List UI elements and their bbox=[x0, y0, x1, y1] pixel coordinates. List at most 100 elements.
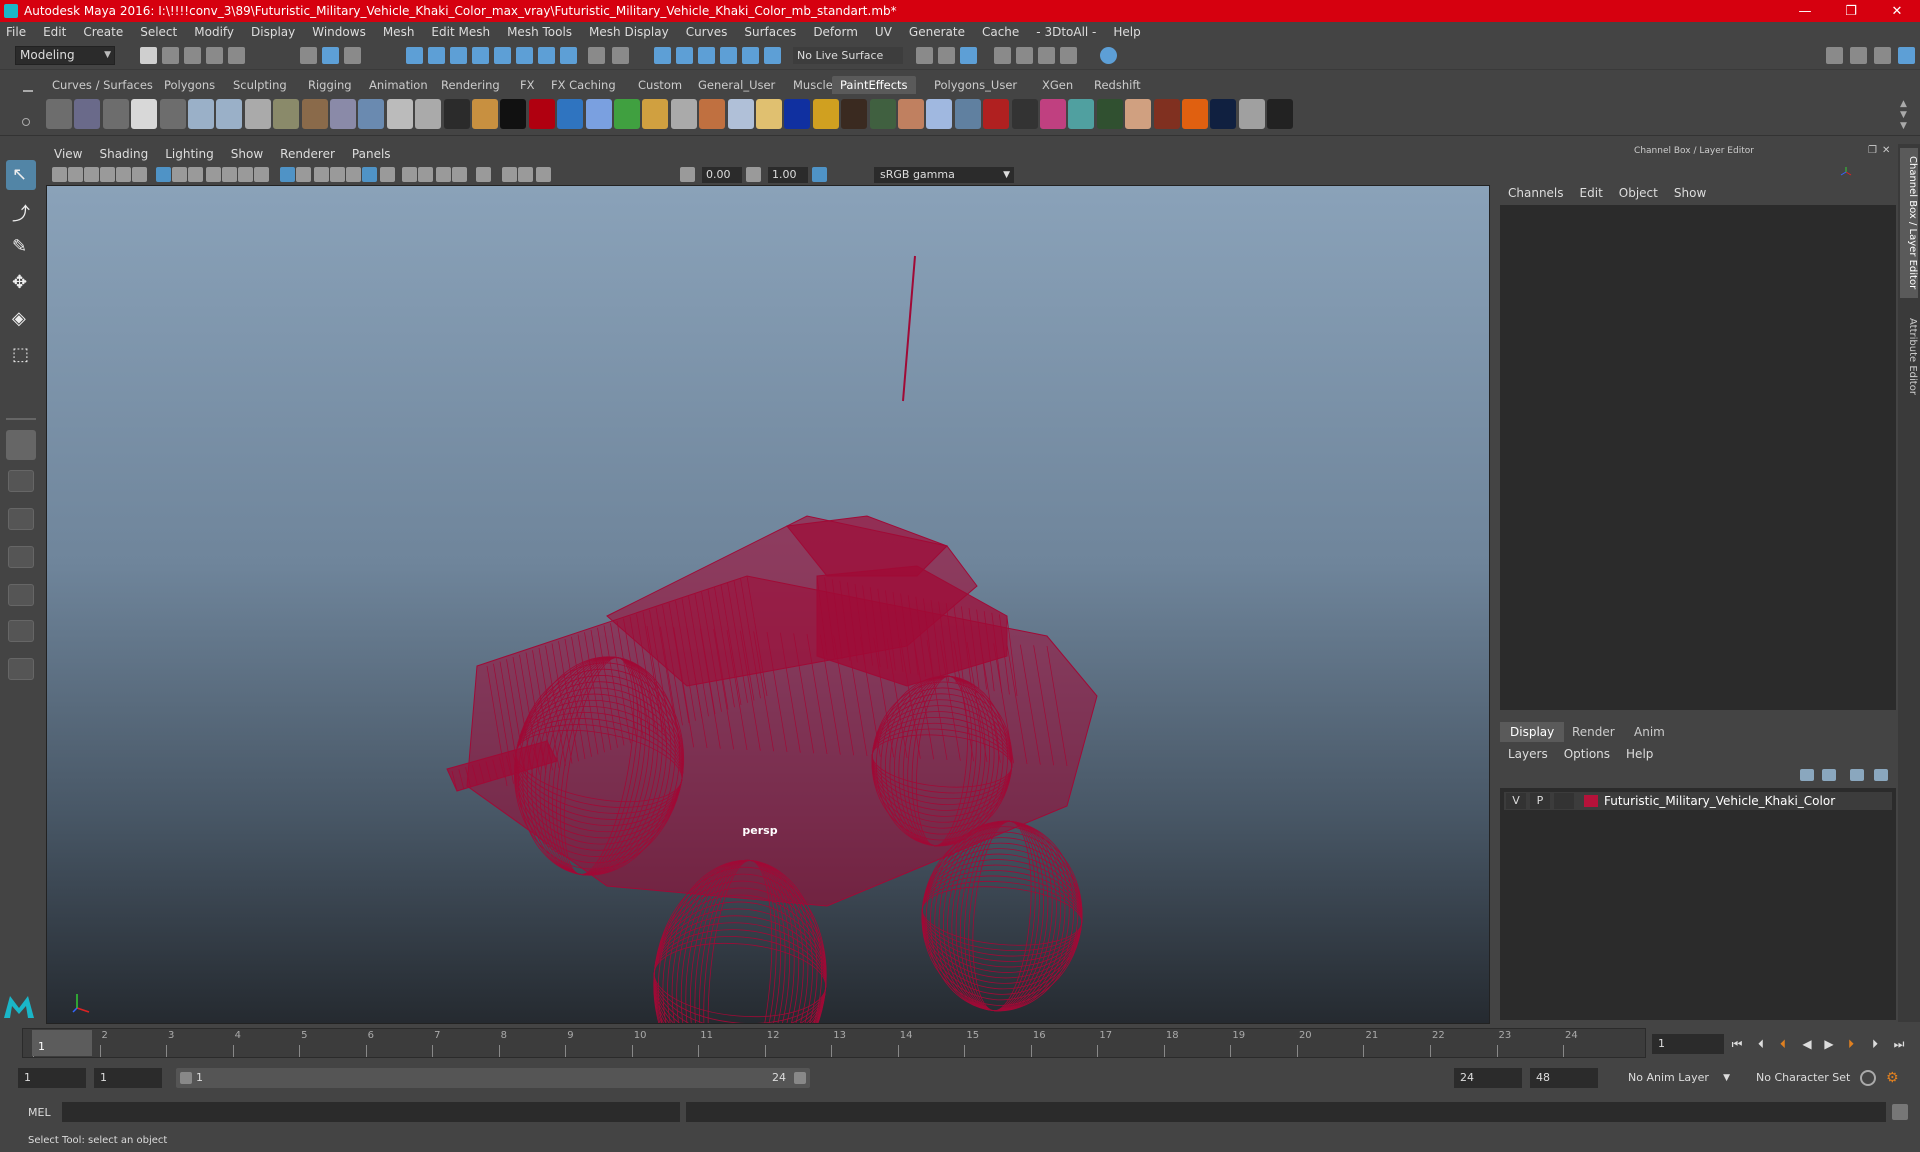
shelf-tool-icon[interactable] bbox=[614, 99, 640, 129]
layer-playback-toggle[interactable]: P bbox=[1530, 793, 1550, 809]
shelf-tool-icon[interactable] bbox=[131, 99, 158, 129]
input-ops-icon[interactable] bbox=[612, 47, 629, 64]
shelf-scroll-down-icon[interactable]: ▼ bbox=[1900, 110, 1907, 120]
tab-channel-box-layer-editor[interactable]: Channel Box / Layer Editor bbox=[1900, 148, 1918, 298]
shelf-tool-icon[interactable] bbox=[812, 99, 839, 129]
range-handle-end[interactable] bbox=[794, 1072, 806, 1084]
playback-end-field[interactable]: 24 bbox=[1454, 1068, 1522, 1088]
shelf-tab-rigging[interactable]: Rigging bbox=[300, 76, 360, 94]
wireframe-icon[interactable] bbox=[280, 167, 295, 182]
camera-attributes-icon[interactable] bbox=[68, 167, 83, 182]
lights-icon[interactable] bbox=[362, 167, 377, 182]
end-time-field[interactable]: 48 bbox=[1530, 1068, 1598, 1088]
channel-box-icon[interactable] bbox=[1898, 47, 1915, 64]
lock-icon[interactable] bbox=[588, 47, 605, 64]
shelf-options-icon[interactable] bbox=[22, 118, 30, 126]
soft-select-icon[interactable] bbox=[720, 47, 737, 64]
new-layer-selected-icon[interactable] bbox=[1874, 769, 1888, 781]
perspective-viewport[interactable] bbox=[46, 185, 1490, 1024]
shelf-tool-icon[interactable] bbox=[1096, 99, 1123, 129]
move-layer-up-icon[interactable] bbox=[1800, 769, 1814, 781]
shelf-tab-xgen[interactable]: XGen bbox=[1034, 76, 1081, 94]
depth-of-field-icon[interactable] bbox=[452, 167, 467, 182]
hypershade-layout-icon[interactable] bbox=[8, 620, 34, 642]
menu-windows[interactable]: Windows bbox=[312, 25, 366, 39]
step-back-key-icon[interactable]: ⏴ bbox=[1752, 1036, 1770, 1052]
play-backwards-icon[interactable]: ◀ bbox=[1798, 1036, 1816, 1052]
textured-icon[interactable] bbox=[346, 167, 361, 182]
time-slider[interactable]: 123456789101112131415161718192021222324 bbox=[22, 1028, 1646, 1058]
shelf-tab-polygons-user[interactable]: Polygons_User bbox=[926, 76, 1025, 94]
color-management-icon[interactable] bbox=[812, 167, 827, 182]
layer-menu-options[interactable]: Options bbox=[1564, 747, 1610, 761]
menu-help[interactable]: Help bbox=[1113, 25, 1140, 39]
rotate-tool-icon[interactable]: ◈ bbox=[6, 304, 36, 334]
menu-generate[interactable]: Generate bbox=[909, 25, 965, 39]
shelf-tool-icon[interactable] bbox=[1153, 99, 1180, 129]
color-space-dropdown[interactable]: sRGB gamma ▼ bbox=[874, 167, 1014, 183]
shelf-tab-polygons[interactable]: Polygons bbox=[156, 76, 223, 94]
channel-box-menu-show[interactable]: Show bbox=[1674, 186, 1706, 200]
shelf-tool-icon[interactable] bbox=[273, 99, 300, 129]
anim-layer-dropdown[interactable]: No Anim Layer ▼ bbox=[1622, 1068, 1732, 1088]
move-tool-icon[interactable]: ✥ bbox=[6, 268, 36, 298]
command-language-label[interactable]: MEL bbox=[28, 1106, 51, 1119]
shelf-tool-icon[interactable] bbox=[784, 99, 811, 129]
step-back-frame-icon[interactable]: ⏴ bbox=[1774, 1036, 1792, 1052]
save-scene-icon[interactable] bbox=[184, 47, 201, 64]
animation-preferences-icon[interactable]: ⚙ bbox=[1886, 1070, 1902, 1086]
side-by-side-layout-icon[interactable] bbox=[8, 508, 34, 530]
step-forward-frame-icon[interactable]: ⏵ bbox=[1842, 1036, 1860, 1052]
shelf-tool-icon[interactable] bbox=[244, 99, 271, 129]
play-forwards-icon[interactable]: ▶ bbox=[1820, 1036, 1838, 1052]
channel-box-menu-channels[interactable]: Channels bbox=[1508, 186, 1564, 200]
shelf-tool-icon[interactable] bbox=[1068, 99, 1095, 129]
shelf-tool-icon[interactable] bbox=[954, 99, 981, 129]
history-icon[interactable] bbox=[538, 47, 555, 64]
render-frame-icon[interactable] bbox=[938, 47, 955, 64]
shelf-tool-icon[interactable] bbox=[642, 99, 669, 129]
grid-icon[interactable] bbox=[156, 167, 171, 182]
four-pane-layout-icon[interactable] bbox=[8, 470, 34, 492]
ambient-occlusion-icon[interactable] bbox=[402, 167, 417, 182]
shelf-tool-icon[interactable] bbox=[670, 99, 697, 129]
gamma-field[interactable]: 1.00 bbox=[768, 167, 808, 183]
safe-action-icon[interactable] bbox=[238, 167, 253, 182]
shelf-tool-icon[interactable] bbox=[102, 99, 129, 129]
viewport-menu-panels[interactable]: Panels bbox=[352, 147, 391, 161]
shelf-tool-icon[interactable] bbox=[500, 99, 527, 129]
isolate-select-icon[interactable] bbox=[476, 167, 491, 182]
redo-icon[interactable] bbox=[228, 47, 245, 64]
magnet-icon[interactable] bbox=[676, 47, 693, 64]
shelf-tool-icon[interactable] bbox=[983, 99, 1010, 129]
undo-icon[interactable] bbox=[206, 47, 223, 64]
film-gate-icon[interactable] bbox=[172, 167, 187, 182]
shelf-tool-icon[interactable] bbox=[46, 99, 72, 129]
lasso-icon[interactable] bbox=[654, 47, 671, 64]
layer-menu-layers[interactable]: Layers bbox=[1508, 747, 1548, 761]
shelf-tool-icon[interactable] bbox=[1040, 99, 1066, 129]
paint-select-tool-icon[interactable]: ✎ bbox=[6, 232, 36, 262]
shelf-tool-icon[interactable] bbox=[898, 99, 924, 129]
menu-modify[interactable]: Modify bbox=[194, 25, 234, 39]
light-editor-icon[interactable] bbox=[1060, 47, 1077, 64]
channel-box-menu-edit[interactable]: Edit bbox=[1580, 186, 1603, 200]
2d-pan-zoom-icon[interactable] bbox=[116, 167, 131, 182]
menu-mesh-tools[interactable]: Mesh Tools bbox=[507, 25, 572, 39]
shelf-tool-icon[interactable] bbox=[159, 99, 186, 129]
ipr-render-icon[interactable] bbox=[960, 47, 977, 64]
channel-box-body[interactable] bbox=[1500, 205, 1896, 710]
scale-tool-icon[interactable]: ⬚ bbox=[6, 340, 36, 370]
move-layer-down-icon[interactable] bbox=[1822, 769, 1836, 781]
tab-attribute-editor[interactable]: Attribute Editor bbox=[1900, 306, 1918, 406]
current-frame-marker[interactable]: 1 bbox=[32, 1030, 92, 1056]
current-frame-field[interactable]: 1 bbox=[1652, 1034, 1724, 1054]
shelf-tab-custom[interactable]: Custom bbox=[630, 76, 690, 94]
field-chart-icon[interactable] bbox=[222, 167, 237, 182]
shelf-tool-icon[interactable] bbox=[1210, 99, 1237, 129]
layer-visibility-toggle[interactable]: V bbox=[1506, 793, 1526, 809]
select-camera-icon[interactable] bbox=[52, 167, 67, 182]
new-layer-icon[interactable] bbox=[1850, 769, 1864, 781]
menu-edit-mesh[interactable]: Edit Mesh bbox=[431, 25, 490, 39]
menu-mesh[interactable]: Mesh bbox=[383, 25, 415, 39]
